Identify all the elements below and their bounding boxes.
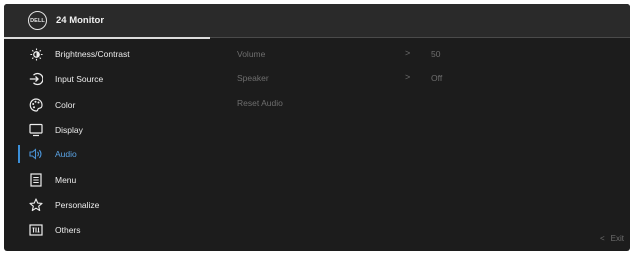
chevron-left-icon: < — [599, 234, 605, 243]
chevron-right-icon: > — [405, 72, 411, 82]
menu-item-others[interactable]: Others — [4, 220, 224, 240]
others-icon — [29, 223, 43, 237]
header-divider-active — [4, 37, 210, 39]
menu-item-label: Display — [55, 125, 83, 135]
menu-icon — [29, 173, 43, 187]
header-divider — [210, 37, 630, 38]
volume-label: Volume — [237, 49, 266, 59]
display-icon — [29, 123, 43, 137]
menu-item-label: Color — [55, 100, 76, 110]
reset-audio-row[interactable]: Reset Audio — [237, 95, 617, 113]
menu-item-label: Others — [55, 225, 81, 235]
menu-item-label: Brightness/Contrast — [55, 49, 130, 59]
monitor-title: 24 Monitor — [56, 15, 105, 26]
menu-item-label: Audio — [55, 149, 77, 159]
star-icon — [29, 198, 43, 212]
exit-label: Exit — [610, 234, 624, 243]
speaker-label: Speaker — [237, 73, 269, 83]
menu-item-display[interactable]: Display — [4, 120, 224, 140]
menu-item-input-source[interactable]: Input Source — [4, 69, 224, 89]
input-source-icon — [29, 72, 43, 86]
volume-value: 50 — [431, 49, 441, 59]
menu-item-audio[interactable]: Audio — [4, 144, 224, 164]
menu-item-label: Personalize — [55, 200, 100, 210]
speaker-row[interactable]: Speaker > Off — [237, 70, 617, 88]
menu-item-personalize[interactable]: Personalize — [4, 195, 224, 215]
exit-button[interactable]: < Exit — [600, 234, 624, 243]
menu-item-brightness-contrast[interactable]: Brightness/Contrast — [4, 44, 224, 64]
color-palette-icon — [29, 98, 43, 112]
speaker-value: Off — [431, 73, 443, 83]
menu-item-color[interactable]: Color — [4, 95, 224, 115]
dell-logo: DELL — [28, 11, 47, 30]
osd-header: DELL 24 Monitor — [4, 4, 630, 37]
menu-item-label: Menu — [55, 175, 77, 185]
volume-row[interactable]: Volume > 50 — [237, 46, 617, 64]
reset-audio-label: Reset Audio — [237, 98, 283, 108]
osd-window: DELL 24 Monitor Brightness/Contrast Inpu… — [4, 4, 630, 251]
speaker-icon — [29, 147, 43, 161]
brightness-icon — [29, 47, 43, 61]
menu-item-menu[interactable]: Menu — [4, 170, 224, 190]
chevron-right-icon: > — [405, 48, 411, 58]
menu-item-label: Input Source — [55, 74, 104, 84]
